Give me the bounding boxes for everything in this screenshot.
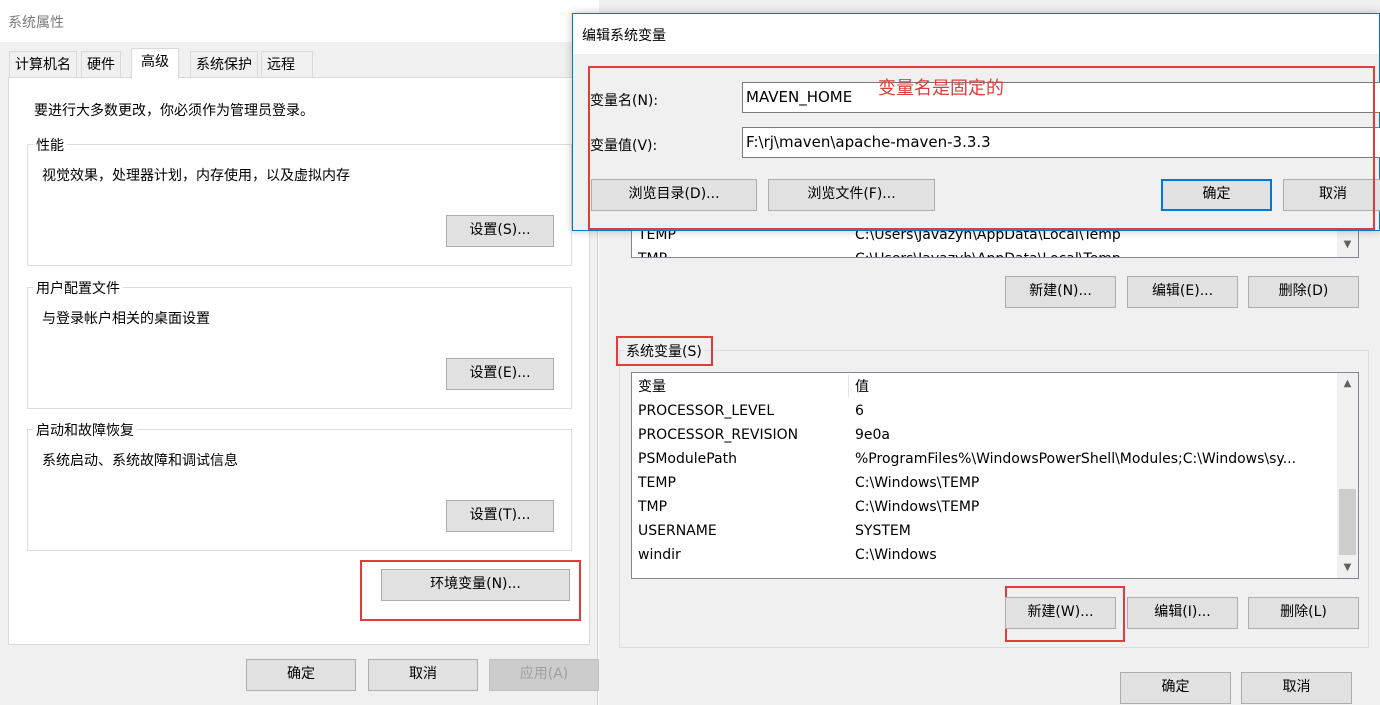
system-delete-button[interactable]: 删除(L): [1248, 597, 1359, 629]
column-header-name[interactable]: 变量: [638, 375, 848, 399]
system-properties-titlebar: 系统属性: [0, 0, 598, 42]
cancel-button[interactable]: 取消: [368, 659, 478, 691]
tab-system-protection[interactable]: 系统保护: [190, 51, 258, 77]
var-name: USERNAME: [638, 523, 717, 539]
var-value: %ProgramFiles%\WindowsPowerShell\Modules…: [855, 451, 1297, 467]
var-value: C:\Users\Javazyh\AppData\Local\Temp: [855, 247, 1325, 257]
var-value: C:\Windows\TEMP: [855, 475, 980, 491]
performance-title: 性能: [33, 135, 67, 155]
var-value: SYSTEM: [855, 523, 911, 539]
env-cancel-button[interactable]: 取消: [1241, 672, 1352, 704]
admin-notice: 要进行大多数更改，你必须作为管理员登录。: [34, 103, 314, 119]
performance-group: [27, 144, 572, 266]
var-name: PSModulePath: [638, 451, 737, 467]
tab-hardware[interactable]: 硬件: [81, 51, 121, 77]
environment-variables-button[interactable]: 环境变量(N)...: [381, 569, 570, 601]
var-name: TMP: [638, 499, 668, 515]
system-list-scrollbar[interactable]: ▲ ▼: [1337, 373, 1358, 578]
chevron-down-icon[interactable]: ▼: [1339, 559, 1356, 576]
dialog-titlebar: 编辑系统变量: [573, 14, 1379, 54]
column-header-value[interactable]: 值: [855, 375, 1325, 399]
user-profiles-settings-button[interactable]: 设置(E)...: [446, 358, 554, 390]
user-profiles-description: 与登录帐户相关的桌面设置: [42, 311, 210, 327]
env-ok-button[interactable]: 确定: [1120, 672, 1231, 704]
chevron-up-icon[interactable]: ▲: [1339, 375, 1356, 392]
tab-remote[interactable]: 远程: [261, 51, 313, 77]
system-edit-button[interactable]: 编辑(I)...: [1127, 597, 1238, 629]
user-profiles-group: [27, 287, 572, 409]
var-name: windir: [638, 547, 681, 563]
window-title: 系统属性: [8, 15, 64, 31]
annotation-note: 变量名是固定的: [878, 78, 1004, 99]
performance-settings-button[interactable]: 设置(S)...: [446, 215, 554, 247]
system-properties-window: 系统属性 计算机名 硬件 高级 系统保护 远程 要进行大多数更改，你必须作为管理…: [0, 0, 599, 705]
tab-computer-name[interactable]: 计算机名: [9, 51, 77, 77]
var-name: PROCESSOR_LEVEL: [638, 403, 775, 419]
system-new-button[interactable]: 新建(W)...: [1005, 597, 1116, 629]
var-value: 9e0a: [855, 427, 891, 443]
var-value: C:\Windows\TEMP: [855, 499, 980, 515]
system-variables-list[interactable]: 变量 值 PROCESSOR_LEVEL 6 PROCESSOR_REVISIO…: [631, 372, 1359, 579]
startup-recovery-title: 启动和故障恢复: [33, 420, 137, 440]
var-value: 6: [855, 403, 864, 419]
user-delete-button[interactable]: 删除(D): [1248, 276, 1359, 308]
var-name: PROCESSOR_REVISION: [638, 427, 799, 443]
user-new-button[interactable]: 新建(N)...: [1005, 276, 1116, 308]
tab-advanced[interactable]: 高级: [131, 48, 179, 79]
var-value: C:\Windows: [855, 547, 937, 563]
startup-recovery-settings-button[interactable]: 设置(T)...: [446, 500, 554, 532]
ok-button[interactable]: 确定: [246, 659, 356, 691]
startup-recovery-description: 系统启动、系统故障和调试信息: [42, 453, 238, 469]
startup-recovery-group: [27, 429, 572, 551]
performance-description: 视觉效果，处理器计划，内存使用，以及虚拟内存: [42, 168, 350, 184]
column-divider[interactable]: [848, 375, 849, 397]
var-name: TMP: [638, 247, 848, 257]
edit-system-variable-dialog: 编辑系统变量 变量名(N): MAVEN_HOME 变量值(V): F:\rj\…: [572, 13, 1380, 231]
dialog-title: 编辑系统变量: [582, 28, 666, 44]
apply-button[interactable]: 应用(A): [489, 659, 599, 691]
system-variables-title: 系统变量(S): [624, 341, 704, 361]
user-profiles-title: 用户配置文件: [33, 278, 123, 298]
chevron-down-icon[interactable]: ▼: [1339, 236, 1356, 253]
var-name: TEMP: [638, 475, 676, 491]
user-edit-button[interactable]: 编辑(E)...: [1127, 276, 1238, 308]
scrollbar-thumb[interactable]: [1339, 489, 1356, 555]
